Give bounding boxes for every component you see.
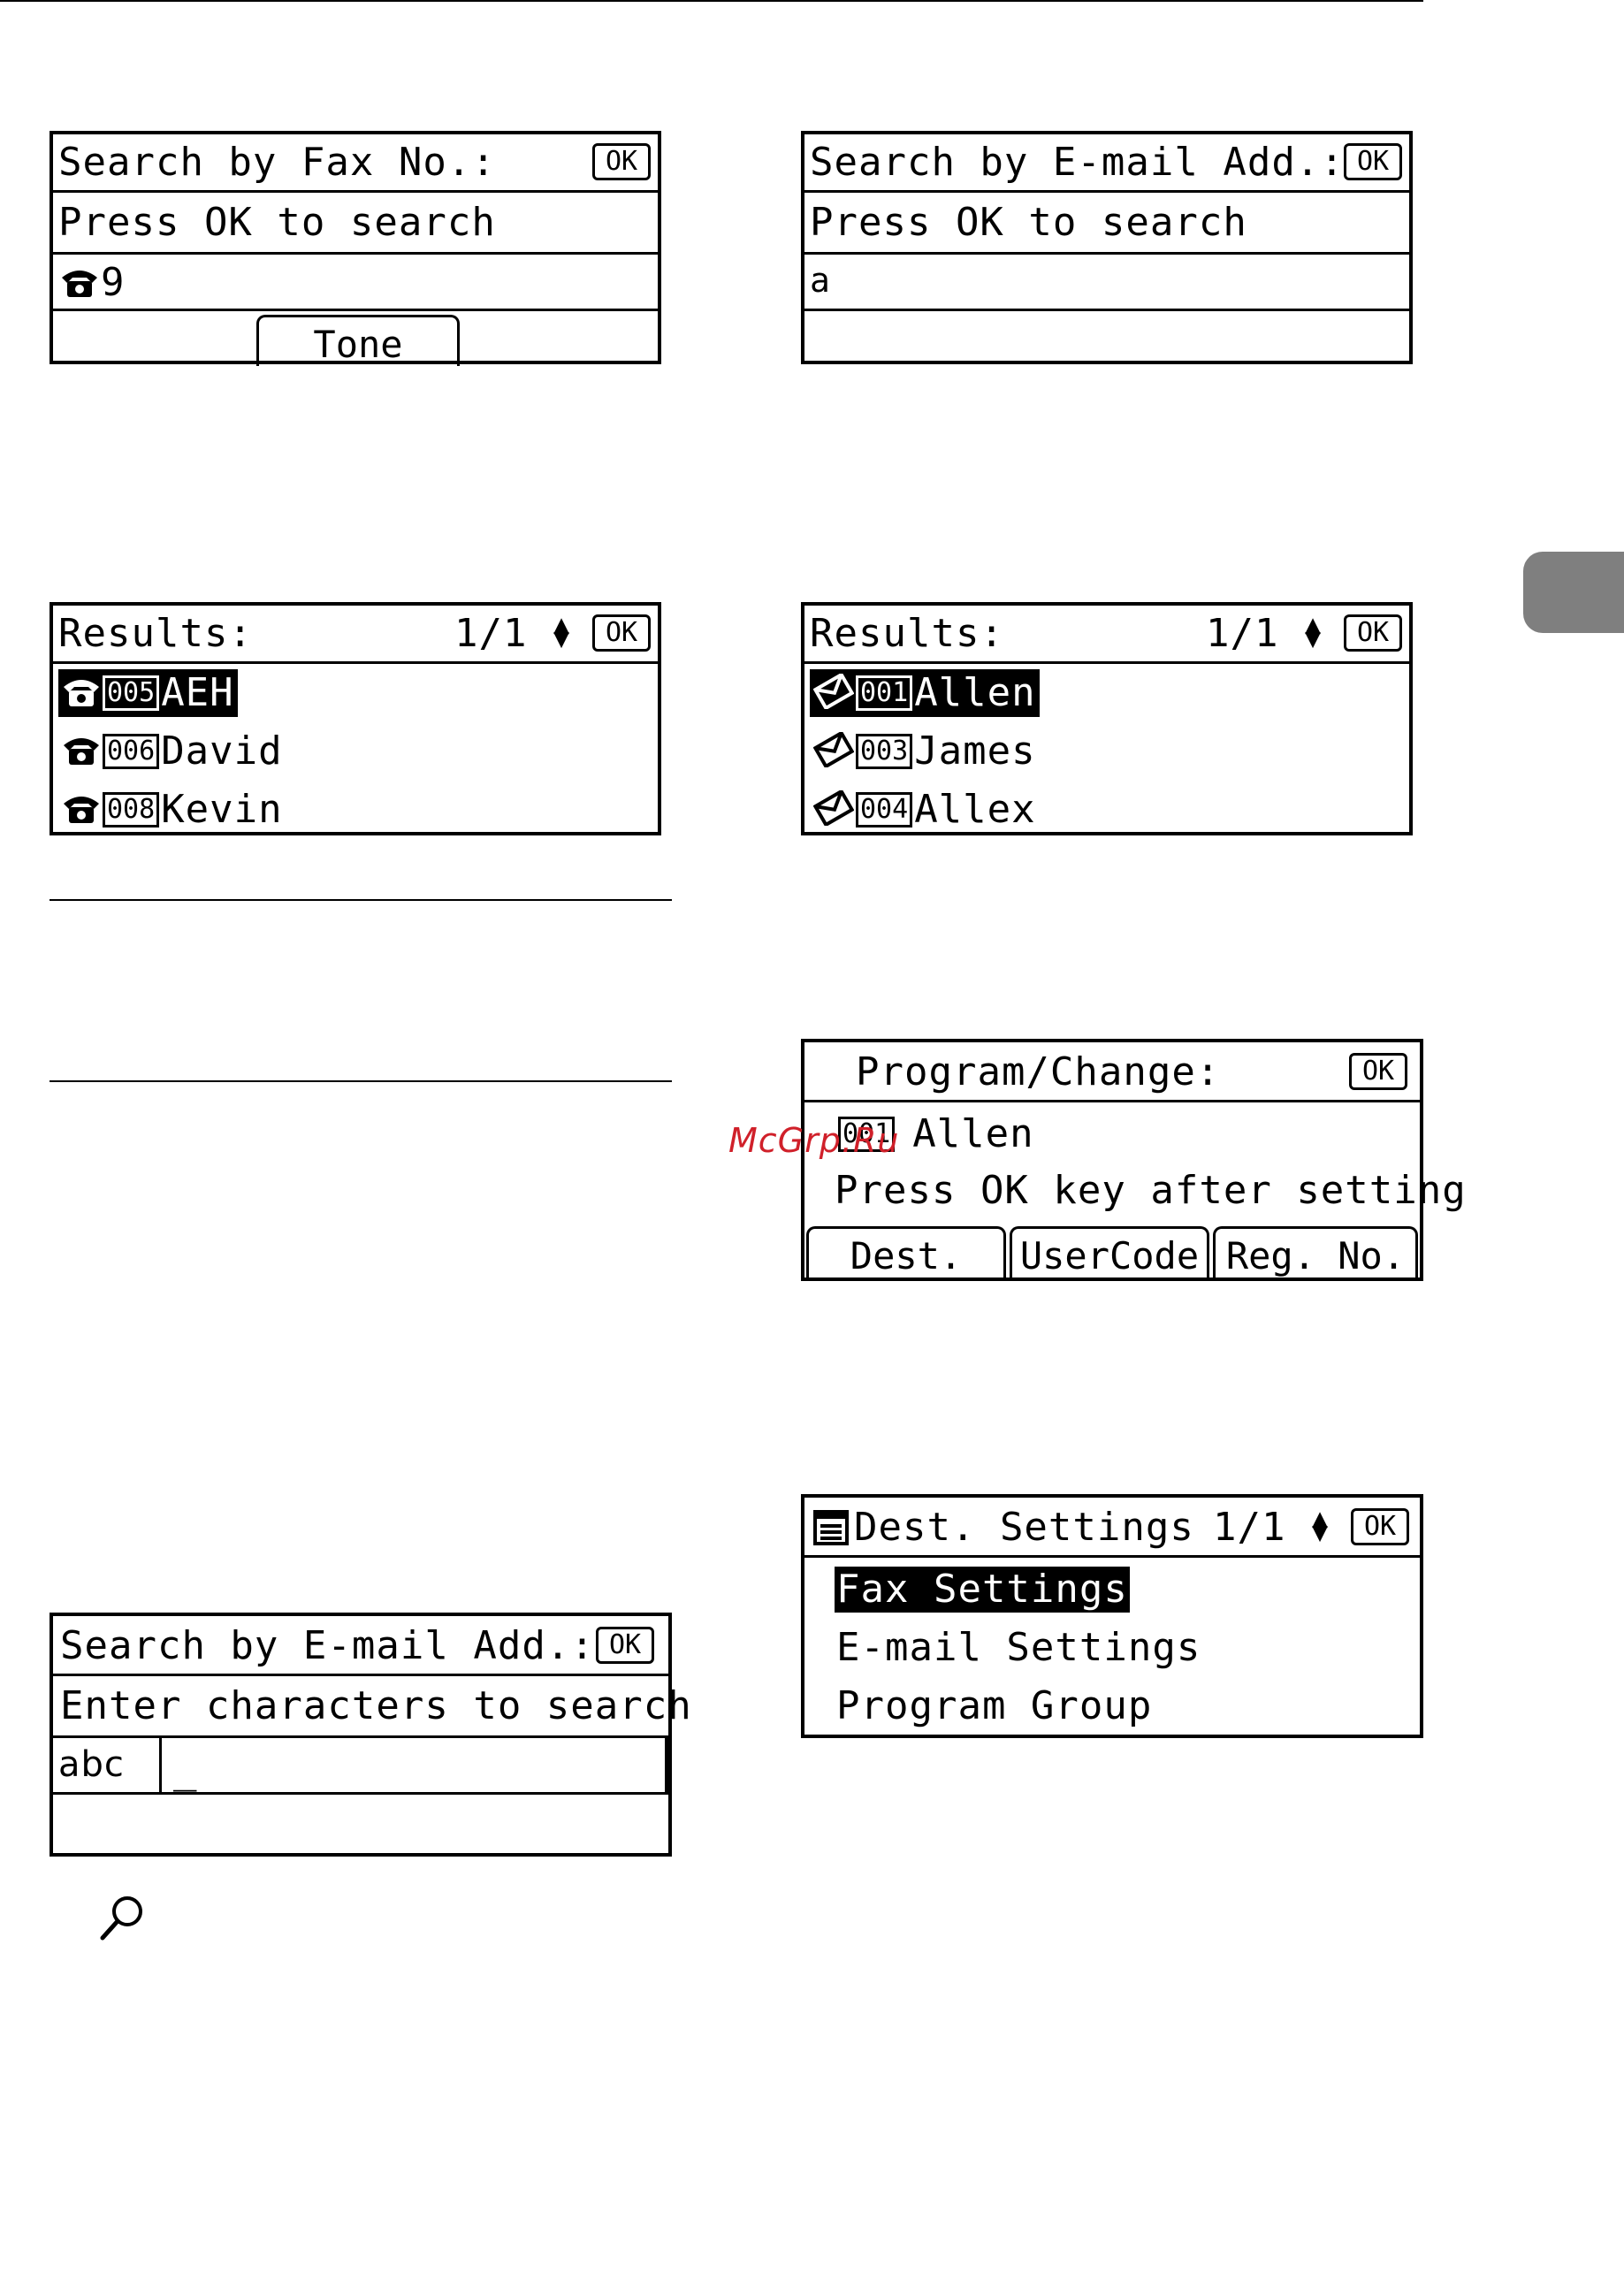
input-row[interactable]: a — [804, 255, 1409, 311]
magnifier-icon — [97, 1894, 147, 1947]
section-rule — [50, 899, 672, 901]
empty-row — [804, 311, 1409, 364]
email-icon — [812, 789, 855, 829]
phone-icon — [62, 733, 101, 770]
menu-item-program-group[interactable]: Program Group — [836, 1687, 1152, 1726]
list-item[interactable]: 006 David — [62, 728, 283, 775]
panel-title-row: Results: 1/1 ▲ ▼ OK — [804, 606, 1409, 664]
ok-button[interactable]: OK — [592, 143, 651, 180]
list-item[interactable]: 003 James — [812, 728, 1036, 775]
watermark-text: McGrp.Ru — [728, 1121, 900, 1160]
up-down-arrows-icon[interactable]: ▲ ▼ — [1307, 1506, 1333, 1546]
input-row[interactable]: abc _ — [53, 1738, 668, 1795]
panel-title: Results: — [810, 611, 1004, 656]
results-list: 005 AEH 006 David 008 Kevin — [53, 664, 658, 835]
page-indicator: 1/1 — [1213, 1505, 1286, 1550]
panel-title: Search by E-mail Add.: — [60, 1623, 595, 1668]
dest-settings-panel: Dest. Settings 1/1 ▲ ▼ OK Fax Settings E-… — [801, 1494, 1423, 1738]
input-divider — [159, 1738, 162, 1792]
text-cursor[interactable]: _ — [173, 1750, 198, 1789]
prompt-text: Enter characters to search — [60, 1683, 692, 1728]
up-down-arrows-icon[interactable]: ▲ ▼ — [1300, 612, 1326, 652]
panel-title-row: Search by Fax No.: OK — [53, 134, 658, 193]
section-rule — [50, 1080, 672, 1082]
results-list: 001 Allen 003 James 004 Allex — [804, 664, 1409, 835]
entry-name: Kevin — [161, 787, 283, 832]
usercode-softkey[interactable]: UserCode — [1010, 1226, 1209, 1281]
menu-item-email-settings[interactable]: E-mail Settings — [836, 1628, 1201, 1667]
panel-title-row: Program/Change: OK — [804, 1042, 1420, 1102]
phone-icon — [62, 675, 101, 712]
ok-button[interactable]: OK — [592, 614, 651, 652]
prompt-text: Press OK to search — [810, 200, 1247, 245]
panel-title-row: Results: 1/1 ▲ ▼ OK — [53, 606, 658, 664]
entry-number: 004 — [856, 792, 913, 827]
chapter-tab — [1523, 552, 1624, 633]
email-search-panel-2: Search by E-mail Add.: OK Enter characte… — [50, 1613, 691, 1857]
softkey-row: Tone — [53, 311, 658, 366]
panel-title: Dest. Settings — [854, 1505, 1194, 1550]
panel-title: Results: — [58, 611, 253, 656]
empty-row — [53, 1795, 668, 1855]
entry-name: Allen — [914, 670, 1036, 715]
tone-softkey[interactable]: Tone — [256, 315, 460, 366]
panel-title-row: Dest. Settings 1/1 ▲ ▼ OK — [804, 1498, 1420, 1558]
panel-title-row: Search by E-mail Add.: OK — [53, 1616, 668, 1676]
email-input[interactable]: a — [810, 263, 831, 297]
ok-button[interactable]: OK — [1344, 143, 1402, 180]
page-indicator: 1/1 — [1206, 611, 1279, 656]
prompt-row: Enter characters to search — [53, 1676, 691, 1738]
entry-number: 001 — [856, 675, 913, 711]
prompt-text: Press OK to search — [58, 200, 496, 245]
list-item[interactable]: 001 Allen — [810, 669, 1040, 717]
panel-title-row: Search by E-mail Add.: OK — [804, 134, 1409, 193]
fax-results-panel: Results: 1/1 ▲ ▼ OK 005 AEH 006 David 008… — [50, 602, 661, 835]
page-indicator: 1/1 — [454, 611, 528, 656]
top-rule — [0, 0, 1423, 2]
phone-icon — [60, 265, 99, 302]
entry-name: AEH — [161, 670, 234, 715]
fax-search-panel: Search by Fax No.: OK Press OK to search… — [50, 131, 661, 366]
list-item[interactable]: 008 Kevin — [62, 786, 283, 834]
entry-number: 008 — [103, 792, 160, 827]
instruction-text: Press OK key after setting — [835, 1168, 1467, 1213]
fax-number-input[interactable]: 9 — [101, 263, 126, 302]
dest-softkey[interactable]: Dest. — [806, 1226, 1006, 1281]
menu-item-fax-settings[interactable]: Fax Settings — [835, 1567, 1130, 1613]
panel-title: Search by E-mail Add.: — [810, 140, 1345, 185]
softkey-bar: Dest. UserCode Reg. No. — [804, 1224, 1420, 1281]
entry-name: Allex — [914, 787, 1036, 832]
ok-button[interactable]: OK — [1349, 1053, 1407, 1090]
entry-name: Allen — [912, 1111, 1034, 1156]
entry-name: James — [914, 728, 1036, 774]
ok-button[interactable]: OK — [1344, 614, 1402, 652]
panel-title: Search by Fax No.: — [58, 140, 496, 185]
entry-number: 003 — [856, 734, 913, 769]
phone-icon — [62, 791, 101, 828]
prompt-row: Press OK to search — [804, 193, 1409, 255]
ok-button[interactable]: OK — [596, 1627, 654, 1664]
email-icon — [812, 730, 855, 771]
email-icon — [812, 672, 855, 713]
list-icon — [813, 1510, 849, 1549]
entry-number: 006 — [103, 734, 160, 769]
up-down-arrows-icon[interactable]: ▲ ▼ — [548, 612, 575, 652]
reg-no-softkey[interactable]: Reg. No. — [1213, 1226, 1418, 1281]
program-change-panel: Program/Change: OK 001 Allen Press OK ke… — [801, 1039, 1466, 1281]
entry-name: David — [161, 728, 283, 774]
list-item[interactable]: 004 Allex — [812, 786, 1036, 834]
email-search-panel: Search by E-mail Add.: OK Press OK to se… — [801, 131, 1413, 364]
entry-number: 005 — [103, 675, 160, 711]
panel-title: Program/Change: — [856, 1049, 1221, 1094]
list-item[interactable]: 005 AEH — [58, 669, 238, 717]
email-results-panel: Results: 1/1 ▲ ▼ OK 001 Allen 003 James 0… — [801, 602, 1413, 835]
input-row[interactable]: 9 — [53, 255, 658, 311]
ok-button[interactable]: OK — [1351, 1508, 1409, 1545]
prompt-row: Press OK to search — [53, 193, 658, 255]
input-mode-label[interactable]: abc — [58, 1747, 125, 1782]
